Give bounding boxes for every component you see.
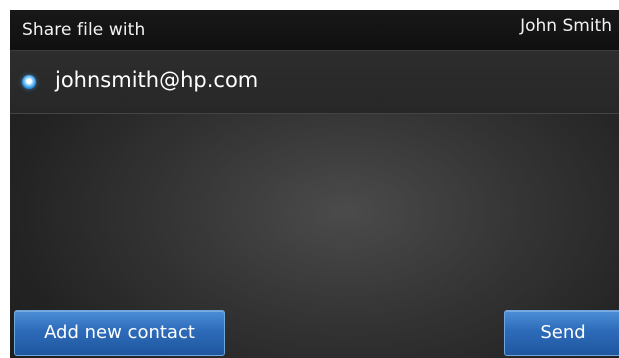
- header-bar: Share file with John Smith: [10, 10, 619, 51]
- radio-selected-icon[interactable]: [22, 75, 36, 89]
- user-name: John Smith: [520, 16, 612, 36]
- add-new-contact-button[interactable]: Add new contact: [14, 310, 225, 356]
- share-file-screen: Share file with John Smith johnsmith@hp.…: [10, 10, 619, 358]
- contact-item[interactable]: johnsmith@hp.com: [10, 51, 619, 113]
- contact-list: johnsmith@hp.com: [10, 51, 619, 114]
- send-button[interactable]: Send: [504, 310, 619, 356]
- page-title: Share file with: [22, 20, 146, 40]
- contact-email: johnsmith@hp.com: [55, 68, 259, 92]
